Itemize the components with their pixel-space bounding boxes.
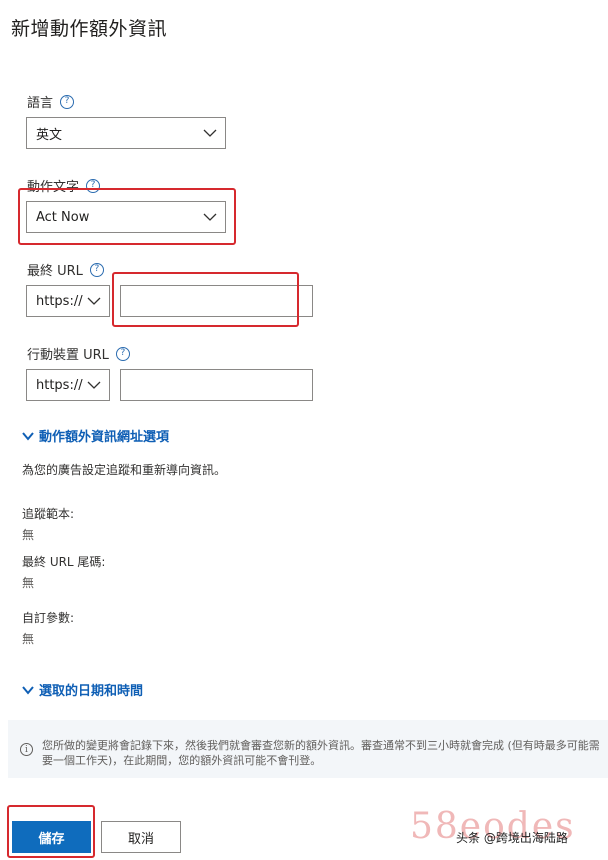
mobile-url-protocol: https:// [36, 377, 83, 393]
help-icon[interactable]: ? [86, 178, 101, 193]
tracking-template-value: 無 [22, 528, 35, 542]
page-title: 新增動作額外資訊 [11, 18, 168, 40]
final-url-protocol: https:// [36, 293, 83, 309]
url-options-toggle[interactable]: 動作額外資訊網址選項 [21, 426, 169, 445]
review-notice: i 您所做的變更將會記錄下來，然後我們就會審查您新的額外資訊。審查通常不到三小時… [8, 720, 608, 778]
help-icon[interactable]: ? [60, 94, 75, 109]
schedule-toggle[interactable]: 選取的日期和時間 [21, 680, 143, 699]
schedule-link-text: 選取的日期和時間 [39, 684, 144, 699]
final-url-protocol-select[interactable]: https:// [26, 285, 110, 317]
chevron-down-icon [203, 213, 217, 221]
tracking-template-label: 追蹤範本: [22, 507, 75, 521]
mobile-url-protocol-select[interactable]: https:// [26, 369, 110, 401]
custom-params-label: 自訂參數: [22, 611, 75, 625]
language-label-text: 語言 [27, 96, 54, 111]
chevron-down-icon [87, 381, 101, 389]
final-url-suffix-value: 無 [22, 576, 35, 590]
custom-params-value: 無 [22, 632, 35, 646]
action-text-value: Act Now [36, 209, 90, 225]
url-options-link-text: 動作額外資訊網址選項 [39, 430, 170, 445]
action-text-select[interactable]: Act Now [26, 201, 226, 233]
mobile-url-label: 行動裝置 URL ? [27, 344, 130, 363]
chevron-down-icon [87, 297, 101, 305]
language-label: 語言 ? [27, 92, 75, 111]
action-text-label: 動作文字 ? [27, 176, 101, 195]
chevron-down-icon [22, 431, 34, 441]
language-value: 英文 [36, 127, 63, 143]
review-notice-text: 您所做的變更將會記錄下來，然後我們就會審查您新的額外資訊。審查通常不到三小時就會… [42, 739, 600, 767]
final-url-label: 最終 URL ? [27, 260, 104, 279]
url-options-description: 為您的廣告設定追蹤和重新導向資訊。 [22, 463, 227, 477]
help-icon[interactable]: ? [115, 346, 130, 361]
mobile-url-input[interactable] [120, 369, 313, 401]
info-icon: i [20, 743, 33, 756]
final-url-suffix-label: 最終 URL 尾碼: [22, 555, 106, 569]
final-url-label-text: 最終 URL [27, 264, 83, 279]
save-button[interactable]: 儲存 [12, 821, 91, 853]
chevron-down-icon [203, 129, 217, 137]
chevron-down-icon [22, 685, 34, 695]
final-url-input[interactable] [120, 285, 313, 317]
watermark-caption: 头条 @跨境出海陆路 [456, 831, 568, 845]
cancel-button[interactable]: 取消 [101, 821, 181, 853]
mobile-url-label-text: 行動裝置 URL [27, 348, 109, 363]
language-select[interactable]: 英文 [26, 117, 226, 149]
action-text-label-text: 動作文字 [27, 180, 80, 195]
help-icon[interactable]: ? [89, 262, 104, 277]
